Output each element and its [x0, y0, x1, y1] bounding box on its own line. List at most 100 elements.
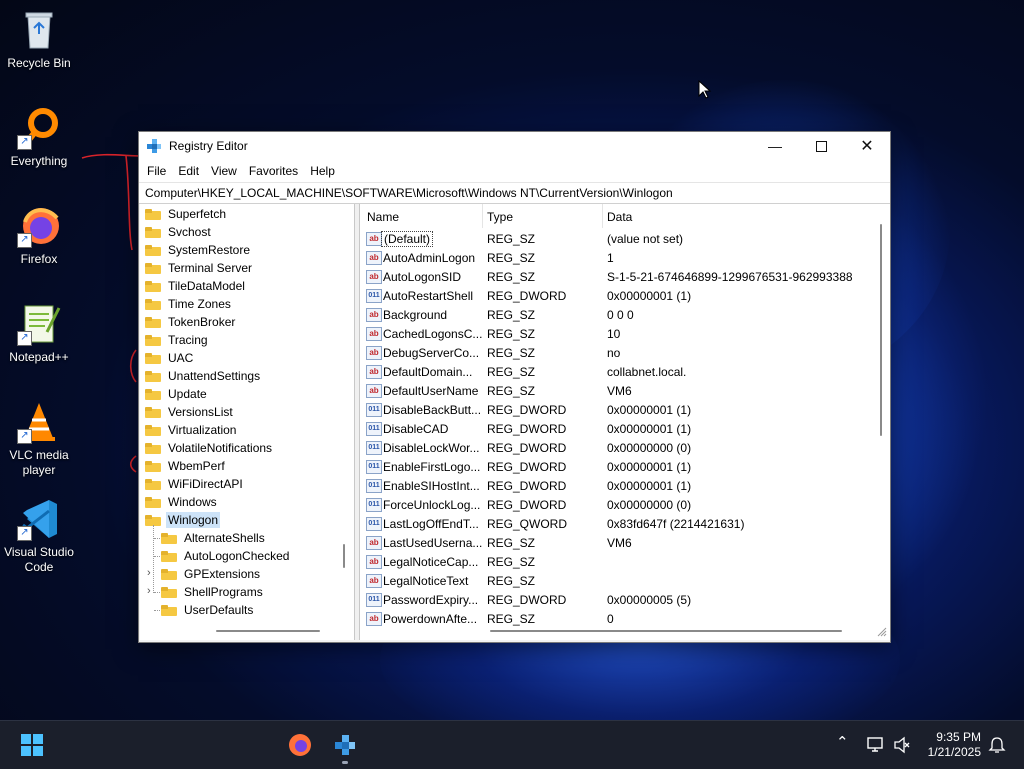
value-type: REG_DWORD: [487, 288, 567, 303]
column-header-data[interactable]: Data: [607, 210, 632, 224]
tree-item-gpextensions[interactable]: › GPExtensions: [147, 565, 262, 583]
tree-item-unattendsettings[interactable]: UnattendSettings: [145, 367, 262, 385]
menu-favorites[interactable]: Favorites: [243, 164, 304, 178]
registry-value-row[interactable]: 011 DisableLockWor... REG_DWORD 0x00000000 …: [360, 438, 878, 457]
key-tree-pane[interactable]: Superfetch Svchost SystemRestore Termina…: [140, 204, 355, 640]
title-bar[interactable]: Registry Editor — ✕: [139, 132, 890, 160]
registry-value-row[interactable]: ab LegalNoticeText REG_SZ: [360, 571, 878, 590]
registry-value-row[interactable]: 011 EnableSIHostInt... REG_DWORD 0x00000001…: [360, 476, 878, 495]
address-bar[interactable]: Computer\HKEY_LOCAL_MACHINE\SOFTWARE\Mic…: [139, 182, 890, 204]
tree-item-svchost[interactable]: Svchost: [145, 223, 213, 241]
chevron-up-icon[interactable]: ⌃: [836, 733, 849, 751]
tree-item-update[interactable]: Update: [145, 385, 209, 403]
registry-editor-window[interactable]: Registry Editor — ✕ File Edit View Favor…: [138, 131, 891, 643]
chevron-right-icon[interactable]: ›: [147, 567, 151, 579]
value-type: REG_DWORD: [487, 497, 567, 512]
tree-item-uac[interactable]: UAC: [145, 349, 195, 367]
tree-item-volatilenotifications[interactable]: VolatileNotifications: [145, 439, 274, 457]
registry-value-row[interactable]: ab Background REG_SZ 0 0 0: [360, 305, 878, 324]
registry-value-row[interactable]: ab CachedLogonsC... REG_SZ 10: [360, 324, 878, 343]
registry-value-row[interactable]: 011 LastLogOffEndT... REG_QWORD 0x83fd647f …: [360, 514, 878, 533]
registry-value-row[interactable]: ab DefaultDomain... REG_SZ collabnet.local.: [360, 362, 878, 381]
column-separator[interactable]: [482, 204, 483, 228]
network-icon[interactable]: [866, 736, 886, 754]
registry-value-row[interactable]: ab AutoAdminLogon REG_SZ 1: [360, 248, 878, 267]
tree-item-terminal-server[interactable]: Terminal Server: [145, 259, 254, 277]
tree-item-time-zones[interactable]: Time Zones: [145, 295, 233, 313]
tree-horizontal-scrollbar[interactable]: [216, 630, 320, 632]
tree-item-tokenbroker[interactable]: TokenBroker: [145, 313, 237, 331]
tree-vertical-scrollbar[interactable]: [343, 544, 345, 568]
value-name: DisableBackButt...: [383, 402, 482, 417]
desktop-icon-vscode[interactable]: ↗ Visual Studio Code: [0, 497, 78, 575]
tree-item-virtualization[interactable]: Virtualization: [145, 421, 238, 439]
values-list-pane[interactable]: Name Type Data ab (Default) REG_SZ (value n…: [359, 204, 890, 640]
registry-value-row[interactable]: ab LegalNoticeCap... REG_SZ: [360, 552, 878, 571]
volume-muted-icon[interactable]: [893, 736, 911, 754]
tree-item-versionslist[interactable]: VersionsList: [145, 403, 235, 421]
list-horizontal-scrollbar[interactable]: [490, 630, 842, 632]
tree-item-wifidirectapi[interactable]: WiFiDirectAPI: [145, 475, 245, 493]
tree-item-systemrestore[interactable]: SystemRestore: [145, 241, 252, 259]
registry-value-row[interactable]: 011 ForceUnlockLog... REG_DWORD 0x00000000 …: [360, 495, 878, 514]
column-header-name[interactable]: Name: [367, 210, 399, 224]
start-button[interactable]: [16, 729, 48, 761]
desktop-icon-vlc[interactable]: ↗ VLC media player: [0, 400, 78, 478]
tree-item-windows[interactable]: Windows: [145, 493, 219, 511]
close-button[interactable]: ✕: [844, 132, 890, 160]
tree-item-winlogon[interactable]: Winlogon: [145, 511, 221, 529]
value-name: EnableFirstLogo...: [383, 459, 481, 474]
desktop-icon-notepad-plus-plus[interactable]: ↗ Notepad++: [0, 302, 78, 365]
folder-icon: [145, 334, 161, 346]
folder-icon: [145, 406, 161, 418]
value-data: 10: [607, 326, 621, 341]
registry-value-row[interactable]: ab DefaultUserName REG_SZ VM6: [360, 381, 878, 400]
value-type: REG_SZ: [487, 326, 536, 341]
tree-item-tracing[interactable]: Tracing: [145, 331, 210, 349]
menu-edit[interactable]: Edit: [172, 164, 205, 178]
registry-value-row[interactable]: ab DebugServerCo... REG_SZ no: [360, 343, 878, 362]
desktop-icon-label: Firefox: [20, 252, 58, 266]
registry-value-row[interactable]: ab LastUsedUserna... REG_SZ VM6: [360, 533, 878, 552]
folder-icon: [145, 478, 161, 490]
chevron-right-icon[interactable]: ›: [147, 585, 151, 597]
menu-file[interactable]: File: [141, 164, 172, 178]
registry-value-row[interactable]: ab (Default) REG_SZ (value not set): [360, 229, 878, 248]
menu-view[interactable]: View: [205, 164, 243, 178]
tree-item-tiledatamodel[interactable]: TileDataModel: [145, 277, 247, 295]
tree-item-autologonchecked[interactable]: AutoLogonChecked: [161, 547, 291, 565]
registry-value-row[interactable]: 011 EnableFirstLogo... REG_DWORD 0x00000001…: [360, 457, 878, 476]
tree-item-alternateshells[interactable]: AlternateShells: [161, 529, 267, 547]
tree-item-wbemperf[interactable]: WbemPerf: [145, 457, 227, 475]
menu-help[interactable]: Help: [304, 164, 341, 178]
registry-value-row[interactable]: 011 PasswordExpiry... REG_DWORD 0x00000005 …: [360, 590, 878, 609]
taskbar-firefox[interactable]: [284, 729, 316, 761]
registry-editor-icon: [147, 139, 161, 153]
value-type: REG_DWORD: [487, 592, 567, 607]
maximize-button[interactable]: [798, 132, 844, 160]
registry-value-row[interactable]: 011 AutoRestartShell REG_DWORD 0x00000001 (…: [360, 286, 878, 305]
taskbar-registry-editor[interactable]: [329, 729, 361, 764]
tree-item-superfetch[interactable]: Superfetch: [145, 205, 228, 223]
column-header-type[interactable]: Type: [487, 210, 513, 224]
shortcut-arrow-icon: ↗: [17, 135, 32, 150]
desktop-icon-firefox[interactable]: ↗ Firefox: [0, 204, 78, 267]
registry-value-row[interactable]: 011 DisableCAD REG_DWORD 0x00000001 (1): [360, 419, 878, 438]
list-vertical-scrollbar[interactable]: [880, 224, 882, 436]
clock-date: 1/21/2025: [927, 745, 981, 759]
column-separator[interactable]: [602, 204, 603, 228]
tree-item-shellprograms[interactable]: › ShellPrograms: [147, 583, 265, 601]
registry-value-row[interactable]: ab PowerdownAfte... REG_SZ 0: [360, 609, 878, 628]
folder-icon: [145, 298, 161, 310]
notepad-plus-plus-icon: ↗: [17, 302, 61, 346]
registry-value-row[interactable]: ab AutoLogonSID REG_SZ S-1-5-21-674646899-1…: [360, 267, 878, 286]
registry-value-row[interactable]: 011 DisableBackButt... REG_DWORD 0x00000001…: [360, 400, 878, 419]
resize-grip-icon[interactable]: [877, 627, 887, 637]
notification-bell-icon[interactable]: [988, 736, 1006, 754]
value-data: (value not set): [607, 231, 684, 246]
minimize-button[interactable]: —: [752, 132, 798, 160]
system-clock[interactable]: 9:35 PM 1/21/2025: [928, 730, 981, 760]
desktop-icon-everything[interactable]: ↗ Everything: [0, 106, 78, 169]
desktop-icon-recycle-bin[interactable]: Recycle Bin: [0, 8, 78, 71]
tree-item-userdefaults[interactable]: UserDefaults: [161, 601, 255, 619]
